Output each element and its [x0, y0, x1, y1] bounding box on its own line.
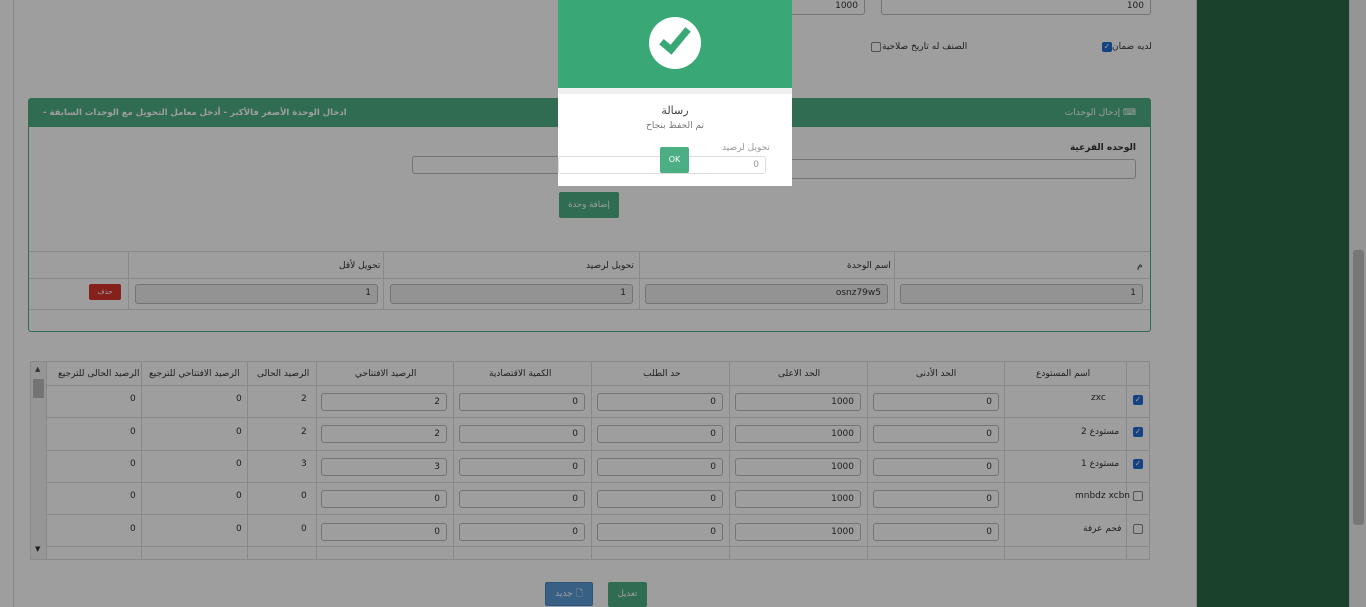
modal-message: تم الحفظ بنجاح — [646, 121, 704, 131]
check-icon — [659, 21, 691, 55]
modal-title: رسالة — [661, 104, 689, 117]
modal-separator — [558, 88, 792, 94]
success-modal: رسالة تم الحفظ بنجاح تحويل لرصيد 0 OK — [558, 0, 792, 186]
success-icon-circle — [649, 17, 701, 69]
page: 1000 100 ✓ لديه ضمان الصنف له تاريخ صلاح… — [0, 0, 1366, 607]
ok-button[interactable]: OK — [660, 147, 689, 173]
conversion-label: تحويل لرصيد — [722, 143, 770, 153]
modal-header — [558, 0, 792, 88]
